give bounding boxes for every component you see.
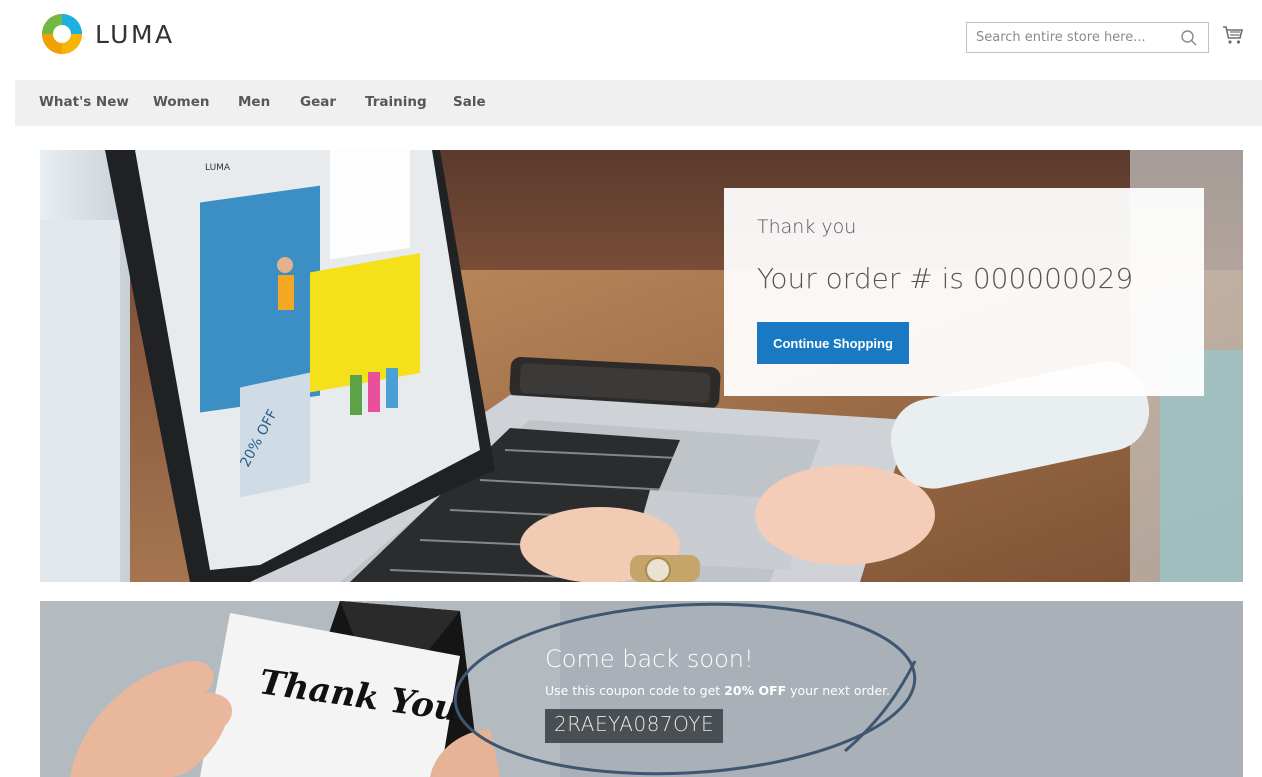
laptop-screen-brand: LUMA bbox=[205, 163, 231, 173]
nav-item-women[interactable]: Women bbox=[153, 94, 210, 110]
search-icon[interactable] bbox=[1180, 29, 1198, 47]
nav-item-gear[interactable]: Gear bbox=[300, 94, 336, 110]
main-navigation: What's New Women Men Gear Training Sale bbox=[15, 80, 1262, 126]
coupon-suffix: your next order. bbox=[786, 683, 891, 698]
coupon-description: Use this coupon code to get 20% OFF your… bbox=[545, 683, 890, 698]
search-box bbox=[966, 22, 1209, 53]
coupon-banner: Thank You Come back soon! Use this coupo… bbox=[40, 601, 1243, 777]
thank-you-text: Thank you bbox=[757, 216, 857, 238]
continue-shopping-button[interactable]: Continue Shopping bbox=[757, 322, 909, 364]
cart-icon[interactable] bbox=[1222, 24, 1244, 46]
coupon-code[interactable]: 2RAEYA087OYE bbox=[545, 709, 724, 743]
store-logo[interactable]: LUMA bbox=[40, 12, 175, 56]
order-success-hero: LUMA 20% OFF Thank you Your order # is 0… bbox=[40, 150, 1243, 582]
nav-item-whats-new[interactable]: What's New bbox=[39, 94, 129, 110]
coupon-prefix: Use this coupon code to get bbox=[545, 683, 725, 698]
luma-logo-icon bbox=[42, 14, 82, 54]
nav-item-men[interactable]: Men bbox=[238, 94, 270, 110]
order-confirmation-box: Thank you Your order # is 000000029 Cont… bbox=[724, 188, 1204, 396]
nav-item-training[interactable]: Training bbox=[365, 94, 427, 110]
brand-name: LUMA bbox=[95, 19, 175, 49]
coupon-discount: 20% OFF bbox=[724, 683, 787, 698]
come-back-heading: Come back soon! bbox=[545, 645, 754, 673]
header: LUMA bbox=[0, 0, 1262, 80]
nav-item-sale[interactable]: Sale bbox=[453, 94, 486, 110]
search-input[interactable] bbox=[967, 23, 1167, 52]
order-number-text: Your order # is 000000029 bbox=[757, 262, 1134, 295]
